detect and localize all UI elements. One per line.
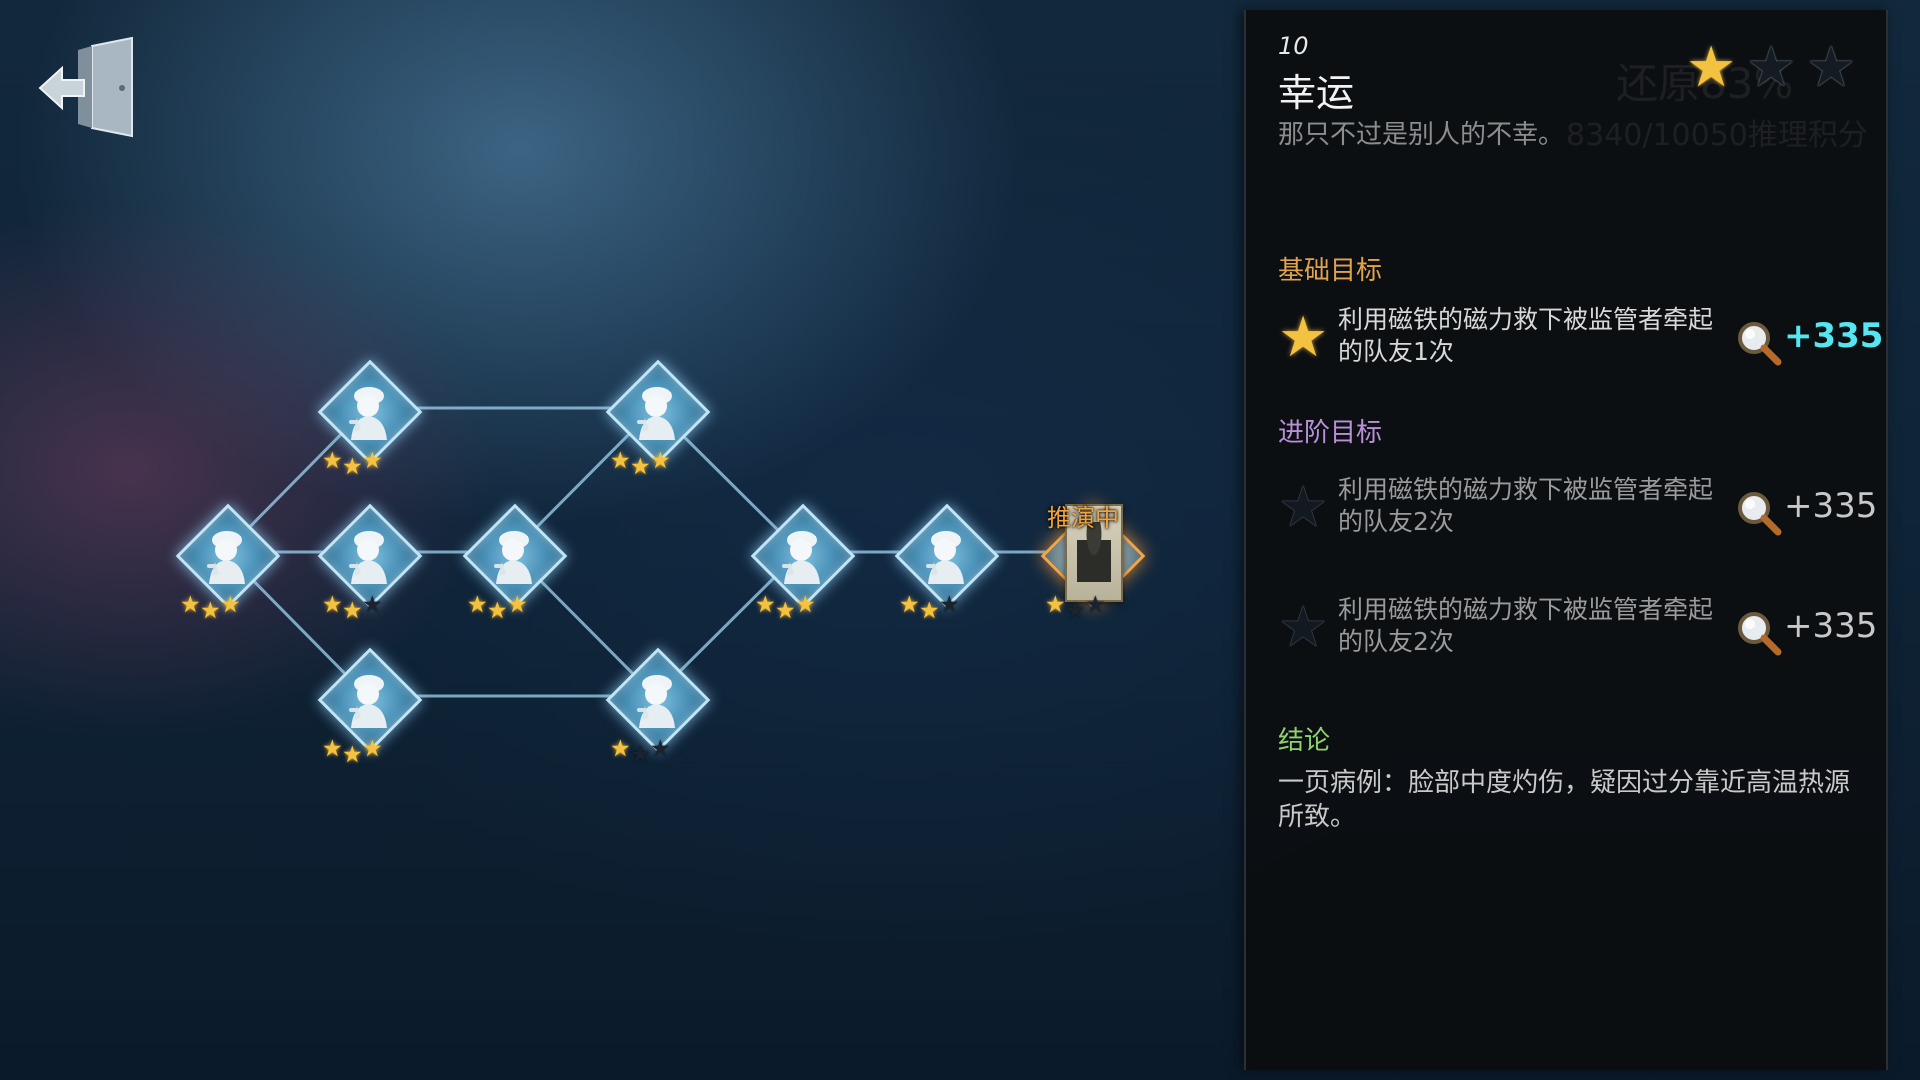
- goal-star-empty-icon: ★: [1278, 475, 1329, 540]
- magnifier-icon: [1738, 492, 1782, 536]
- node-stars: ★ ★ ★: [755, 594, 845, 624]
- node-stars: ★ ★ ★: [610, 738, 700, 768]
- rating-star-empty-icon: ★: [1746, 35, 1797, 100]
- chapter-title: 幸运: [1278, 71, 1355, 115]
- node-star-icon: ★: [755, 592, 776, 618]
- detective-portrait-icon: [625, 664, 685, 730]
- node-stars: ★ ★ ★: [322, 594, 412, 624]
- node-star-icon: ★: [180, 592, 201, 618]
- node-star-icon: ★: [342, 454, 363, 480]
- node-stars: ★ ★ ★: [610, 450, 700, 480]
- goal-reward: +335: [1784, 316, 1884, 356]
- node-stars: ★ ★ ★: [467, 594, 557, 624]
- node-stars: ★ ★ ★: [322, 738, 412, 768]
- advanced-goal: ★ 利用磁铁的磁力救下被监管者牵起的队友2次 +335: [1274, 592, 1877, 672]
- node-star-icon: ★: [342, 598, 363, 624]
- goal-star-icon: ★: [1278, 305, 1329, 370]
- detective-portrait-icon: [625, 376, 685, 442]
- basic-goal-label: 基础目标: [1278, 256, 1383, 286]
- node-star-icon: ★: [487, 598, 508, 624]
- chapter-quote: 那只不过是别人的不幸。: [1278, 120, 1565, 150]
- node-star-empty-icon: ★: [939, 592, 960, 618]
- detective-portrait-icon: [337, 664, 397, 730]
- node-star-icon: ★: [610, 448, 631, 474]
- node-star-icon: ★: [467, 592, 488, 618]
- node-star-icon: ★: [795, 592, 816, 618]
- node-star-icon: ★: [322, 736, 343, 762]
- current-deduction-node[interactable]: 推演中 ★ ★ ★: [1031, 494, 1149, 644]
- deduction-map: ★ ★ ★ ★ ★ ★ ★ ★ ★ ★ ★ ★ ★ ★ ★ ★ ★ ★ ★ ★ ★ ★ ★ ★ ★ ★ ★ 推演中 …: [0, 0, 1240, 1080]
- goal-reward: +335: [1784, 486, 1878, 526]
- node-star-icon: ★: [630, 454, 651, 480]
- node-star-icon: ★: [322, 592, 343, 618]
- ghost-score-text: 8340/10050推理积分: [1566, 118, 1868, 153]
- detective-portrait-icon: [770, 520, 830, 586]
- node-star-icon: ★: [610, 736, 631, 762]
- magnifier-icon: [1738, 612, 1782, 656]
- node-star-icon: ★: [220, 592, 241, 618]
- node-star-empty-icon: ★: [1065, 598, 1086, 624]
- node-star-icon: ★: [650, 448, 671, 474]
- deduction-node[interactable]: ★ ★ ★: [741, 494, 859, 644]
- detective-portrait-icon: [482, 520, 542, 586]
- goal-text: 利用磁铁的磁力救下被监管者牵起的队友2次: [1338, 475, 1714, 536]
- node-stars: ★ ★ ★: [180, 594, 270, 624]
- node-star-empty-icon: ★: [630, 742, 651, 768]
- node-star-icon: ★: [899, 592, 920, 618]
- node-star-icon: ★: [200, 598, 221, 624]
- deduction-node[interactable]: ★ ★ ★: [885, 494, 1003, 644]
- goal-text: 利用磁铁的磁力救下被监管者牵起的队友1次: [1338, 305, 1714, 366]
- deduction-node[interactable]: ★ ★ ★: [308, 494, 426, 644]
- basic-goal: ★ 利用磁铁的磁力救下被监管者牵起的队友1次 +335: [1274, 302, 1883, 382]
- node-star-empty-icon: ★: [650, 736, 671, 762]
- detective-portrait-icon: [195, 520, 255, 586]
- detective-portrait-icon: [337, 376, 397, 442]
- advanced-goal: ★ 利用磁铁的磁力救下被监管者牵起的队友2次 +335: [1274, 472, 1877, 552]
- node-star-icon: ★: [775, 598, 796, 624]
- deduction-node[interactable]: ★ ★ ★: [596, 350, 714, 500]
- node-star-icon: ★: [322, 448, 343, 474]
- deduction-node[interactable]: ★ ★ ★: [308, 350, 426, 500]
- node-star-empty-icon: ★: [1085, 592, 1106, 618]
- goal-text: 利用磁铁的磁力救下被监管者牵起的队友2次: [1338, 595, 1714, 656]
- deducing-label: 推演中: [1047, 504, 1119, 532]
- detail-panel: 还原83% 8340/10050推理积分 10 幸运 那只不过是别人的不幸。 ★…: [1244, 10, 1888, 1070]
- rating-star-empty-icon: ★: [1806, 35, 1857, 100]
- node-star-icon: ★: [362, 736, 383, 762]
- deduction-node[interactable]: ★ ★ ★: [308, 638, 426, 788]
- node-star-icon: ★: [507, 592, 528, 618]
- magnifier-icon: [1738, 322, 1782, 366]
- node-star-icon: ★: [362, 448, 383, 474]
- advanced-goal-label: 进阶目标: [1278, 418, 1383, 448]
- node-star-icon: ★: [919, 598, 940, 624]
- conclusion-label: 结论: [1278, 726, 1331, 756]
- deduction-node[interactable]: ★ ★ ★: [166, 494, 284, 644]
- detective-portrait-icon: [914, 520, 974, 586]
- rating-star-icon: ★: [1686, 35, 1737, 100]
- node-stars: ★ ★ ★: [899, 594, 989, 624]
- node-star-empty-icon: ★: [362, 592, 383, 618]
- node-star-icon: ★: [1045, 592, 1066, 618]
- node-stars: ★ ★ ★: [1045, 594, 1135, 624]
- detective-portrait-icon: [337, 520, 397, 586]
- deduction-node[interactable]: ★ ★ ★: [453, 494, 571, 644]
- chapter-number: 10: [1278, 32, 1309, 60]
- node-star-icon: ★: [342, 742, 363, 768]
- deduction-node[interactable]: ★ ★ ★: [596, 638, 714, 788]
- goal-star-empty-icon: ★: [1278, 595, 1329, 660]
- star-rating: ★ ★ ★: [1686, 40, 1876, 100]
- node-stars: ★ ★ ★: [322, 450, 412, 480]
- goal-reward: +335: [1784, 606, 1878, 646]
- conclusion-text: 一页病例：脸部中度灼伤，疑因过分靠近高温热源所致。: [1278, 768, 1851, 832]
